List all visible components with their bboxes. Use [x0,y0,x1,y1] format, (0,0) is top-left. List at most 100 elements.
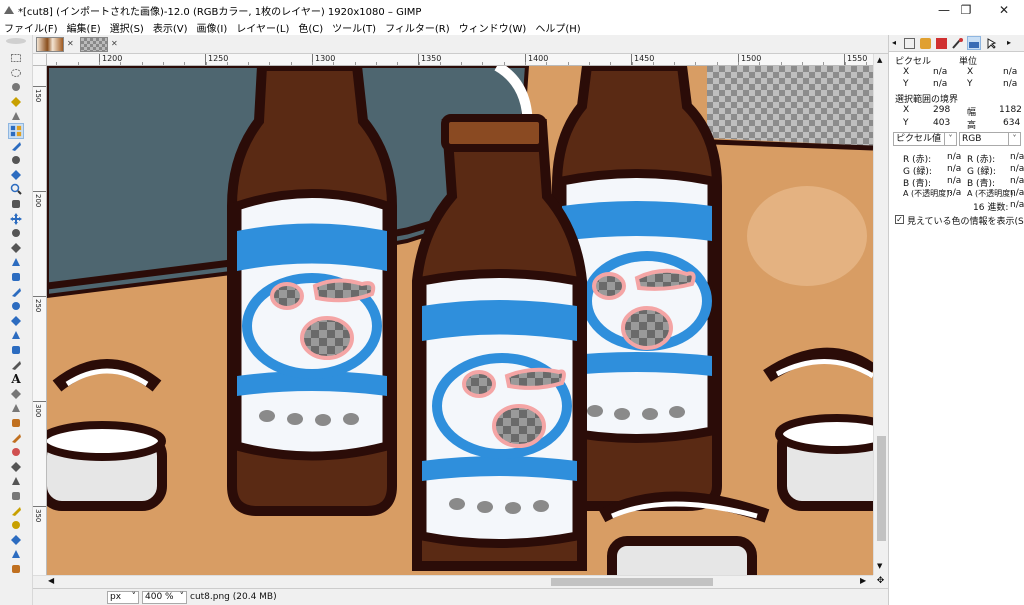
unit-select[interactable]: px ˅ [107,590,139,604]
menu-filters[interactable]: フィルター(R) [385,20,450,35]
menu-select[interactable]: 選択(S) [110,20,144,35]
unit-x-value: n/a [1003,67,1018,77]
undo-history-tab-icon[interactable] [920,38,931,49]
warp-icon[interactable] [10,359,22,371]
ruler-corner[interactable] [33,54,47,66]
menu-tools[interactable]: ツール(T) [332,20,376,35]
colors-tab-icon[interactable] [936,38,947,49]
color-picker-icon[interactable] [10,169,22,181]
paintbrush-icon[interactable] [10,432,22,444]
menu-windows[interactable]: ウィンドウ(W) [459,20,527,35]
blue-value-1: n/a [947,176,962,186]
rect-select-icon[interactable] [10,52,22,64]
perspective-clone-icon[interactable] [10,534,22,546]
image-canvas[interactable] [47,66,873,575]
pencil-icon[interactable] [10,417,22,429]
menu-file[interactable]: ファイル(F) [4,20,58,35]
vertical-ruler[interactable]: 150 200 250 300 350 [33,66,47,575]
cage-icon[interactable] [10,344,22,356]
red-label-2: R (赤): [967,155,996,165]
menu-view[interactable]: 表示(V) [153,20,188,35]
mypaint-icon[interactable] [10,490,22,502]
measure-icon[interactable] [10,198,22,210]
pointer-dock: ◂ ▸ ピクセル 単位 X n/a X n/a Y n/a Y n/a 選択範囲… [888,35,1024,605]
fuzzy-select-icon[interactable] [10,96,22,108]
bucket-fill-icon[interactable] [10,388,22,400]
dock-tab-bar: ◂ ▸ [889,35,1024,52]
brushes-tab-icon[interactable] [952,38,963,49]
sel-height-value: 634 [1003,118,1021,128]
horizontal-ruler[interactable]: 1200 1250 1300 1350 1400 1450 1500 1550 [47,54,873,66]
shear-icon[interactable] [10,286,22,298]
navigate-icon[interactable]: ✥ [873,575,888,588]
scale-icon[interactable] [10,271,22,283]
text-icon[interactable]: A [10,372,22,386]
clone-icon[interactable] [10,505,22,517]
rotate-icon[interactable] [10,256,22,268]
pointer-tab-icon[interactable] [967,36,981,50]
zoom-select[interactable]: 400 % ˅ [142,590,187,604]
menu-image[interactable]: 画像(I) [197,20,228,35]
vertical-scrollbar[interactable]: ▲ ▼ [873,54,888,575]
blur-icon[interactable] [10,548,22,560]
scroll-down-arrow-icon[interactable]: ▼ [877,562,882,570]
pixel-y-value: n/a [933,79,948,89]
flip-icon[interactable] [10,329,22,341]
sample-mode-select-1[interactable]: ピクセル値 ˅ [893,132,957,146]
red-value-1: n/a [947,152,962,162]
airbrush-icon[interactable] [10,461,22,473]
heal-icon[interactable] [10,519,22,531]
eraser-icon[interactable] [10,446,22,458]
image-tab-cut8-thumb[interactable] [36,37,64,52]
tool-options-tab-icon[interactable] [904,38,915,49]
pixel-x-value: n/a [933,67,948,77]
ellipse-select-icon[interactable] [10,67,22,79]
zoom-icon[interactable] [10,183,22,196]
ink-icon[interactable] [10,475,22,487]
green-value-2: n/a [1010,164,1024,174]
select-by-color-icon[interactable] [10,110,22,122]
sel-width-value: 1182 [999,105,1022,115]
crop-icon[interactable] [10,242,22,254]
paths-icon[interactable] [10,154,22,166]
maximize-button[interactable]: ❐ [946,0,986,20]
horizontal-scrollbar[interactable]: ◀ ▶ [33,575,873,588]
gradient-icon[interactable] [10,402,22,414]
gimp-app-icon [4,6,14,14]
tab-close-icon[interactable]: ✕ [111,39,118,48]
sel-width-label: 幅 [967,108,977,118]
image-tab-2-thumb[interactable] [80,37,108,52]
status-file-info: cut8.png (20.4 MB) [190,592,277,602]
cursor-tab-icon[interactable] [986,38,997,50]
scissors-icon[interactable] [8,123,24,139]
status-bar: px ˅ 400 % ˅ cut8.png (20.4 MB) [33,588,888,605]
menu-help[interactable]: ヘルプ(H) [535,20,580,35]
align-icon[interactable] [10,227,22,239]
menu-edit[interactable]: 編集(E) [67,20,101,35]
sel-x-value: 298 [933,105,951,115]
transform-icon[interactable] [10,315,22,327]
dock-tab-menu-icon[interactable]: ▸ [1007,38,1018,49]
scroll-up-arrow-icon[interactable]: ▲ [877,56,882,64]
unit-y-value: n/a [1003,79,1018,89]
free-select-icon[interactable] [10,81,22,93]
menu-layer[interactable]: レイヤー(L) [236,20,289,35]
scroll-right-arrow-icon[interactable]: ▶ [860,576,866,585]
sample-merged-checkbox[interactable]: ✓ [895,215,904,224]
menu-colors[interactable]: 色(C) [298,20,323,35]
tab-close-icon[interactable]: ✕ [67,39,74,48]
close-button[interactable]: ✕ [984,0,1024,20]
sel-x-label: X [903,105,910,115]
move-icon[interactable] [10,212,22,225]
vertical-scroll-thumb[interactable] [877,436,886,541]
foreground-select-icon[interactable] [10,140,22,152]
horizontal-scroll-thumb[interactable] [551,578,713,586]
red-label-1: R (赤): [903,155,932,165]
smudge-icon[interactable] [10,563,22,575]
sample-mode-select-2[interactable]: RGB ˅ [959,132,1021,146]
dock-menu-icon[interactable]: ◂ [892,38,903,49]
perspective-icon[interactable] [10,300,22,312]
title-bar: *[cut8] (インポートされた画像)-12.0 (RGBカラー, 1枚のレイ… [0,0,1024,20]
window-title: *[cut8] (インポートされた画像)-12.0 (RGBカラー, 1枚のレイ… [18,6,422,18]
scroll-left-arrow-icon[interactable]: ◀ [48,576,54,585]
